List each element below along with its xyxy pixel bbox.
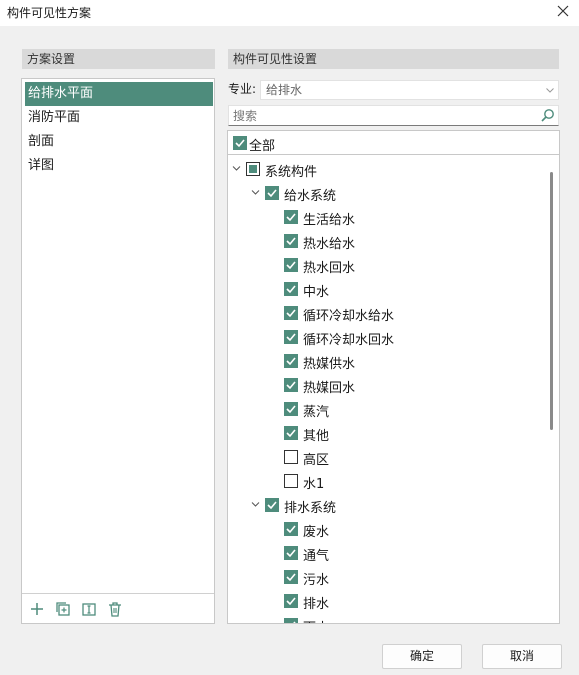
scheme-settings-header: 方案设置 bbox=[22, 49, 215, 69]
tree-label: 循环冷却水给水 bbox=[303, 309, 395, 324]
tree-checkbox[interactable] bbox=[284, 258, 298, 272]
tree-label: 系统构件 bbox=[265, 165, 318, 180]
tree-checkbox[interactable] bbox=[284, 570, 298, 584]
checkmark-icon bbox=[286, 573, 296, 582]
tree-label: 通气 bbox=[303, 549, 330, 564]
scheme-item[interactable]: 消防平面 bbox=[25, 106, 213, 130]
scheme-item[interactable]: 详图 bbox=[25, 154, 213, 178]
tree-checkbox[interactable] bbox=[284, 282, 298, 296]
tree-label: 蒸汽 bbox=[303, 405, 330, 420]
tree-checkbox[interactable] bbox=[284, 330, 298, 344]
checkmark-icon bbox=[286, 429, 296, 438]
select-all-label: 全部 bbox=[249, 139, 276, 154]
expand-chevron-icon[interactable] bbox=[250, 187, 261, 198]
visibility-settings-header: 构件可见性设置 bbox=[228, 49, 559, 69]
tree-label: 循环冷却水回水 bbox=[303, 333, 395, 348]
checkmark-icon bbox=[286, 309, 296, 318]
tree-label: 高区 bbox=[303, 453, 330, 468]
checkmark-icon bbox=[267, 189, 277, 198]
tree-label: 给水系统 bbox=[284, 189, 337, 204]
tree-checkbox[interactable] bbox=[284, 354, 298, 368]
select-all-row: 全部 bbox=[227, 130, 560, 155]
tree-label: 废水 bbox=[303, 525, 330, 540]
tree-checkbox[interactable] bbox=[284, 450, 298, 464]
scheme-item[interactable]: 给排水平面 bbox=[25, 82, 213, 106]
delete-icon[interactable] bbox=[106, 600, 124, 618]
add-icon[interactable] bbox=[28, 600, 46, 618]
tree-checkbox[interactable] bbox=[284, 306, 298, 320]
checkmark-icon bbox=[286, 357, 296, 366]
tree-label: 热水给水 bbox=[303, 237, 356, 252]
cancel-button[interactable]: 取消 bbox=[482, 644, 562, 669]
title-bar: 构件可见性方案 bbox=[0, 0, 579, 26]
rename-icon[interactable] bbox=[80, 600, 98, 618]
checkmark-icon bbox=[267, 501, 277, 510]
tree-checkbox[interactable] bbox=[284, 378, 298, 392]
checkmark-icon bbox=[286, 261, 296, 270]
tree-checkbox[interactable] bbox=[284, 618, 298, 623]
tree-checkbox[interactable] bbox=[284, 522, 298, 536]
tree-checkbox[interactable] bbox=[265, 186, 279, 200]
checkmark-icon bbox=[286, 405, 296, 414]
tree-checkbox[interactable] bbox=[284, 474, 298, 488]
search-input[interactable] bbox=[229, 106, 529, 125]
chevron-down-icon bbox=[546, 88, 554, 93]
search-icon[interactable] bbox=[540, 108, 555, 123]
scheme-list: 给排水平面 消防平面 剖面 详图 bbox=[25, 82, 213, 178]
tree-label: 热媒回水 bbox=[303, 381, 356, 396]
tree-label: 排水 bbox=[303, 597, 330, 612]
tree-label: 生活给水 bbox=[303, 213, 356, 228]
close-icon[interactable] bbox=[555, 3, 571, 19]
tree-label: 水1 bbox=[303, 477, 325, 492]
tree-label: 雨水 bbox=[303, 617, 329, 623]
expand-chevron-icon[interactable] bbox=[231, 163, 242, 174]
tree-checkbox[interactable] bbox=[284, 426, 298, 440]
scheme-toolbar bbox=[22, 593, 214, 623]
tree-checkbox[interactable] bbox=[284, 210, 298, 224]
major-select[interactable]: 给排水 bbox=[260, 80, 559, 100]
tree-label: 排水系统 bbox=[284, 501, 337, 516]
checkmark-icon bbox=[286, 333, 296, 342]
checkmark-icon bbox=[235, 139, 245, 148]
checkmark-icon bbox=[286, 285, 296, 294]
ok-button[interactable]: 确定 bbox=[382, 644, 462, 669]
tree-scrollbar[interactable] bbox=[550, 172, 553, 430]
major-select-value: 给排水 bbox=[266, 83, 303, 97]
tree-checkbox[interactable] bbox=[246, 162, 260, 176]
component-tree: 系统构件给水系统生活给水热水给水热水回水中水循环冷却水给水 循环冷却水回水 热媒供水… bbox=[227, 155, 560, 624]
tree-checkbox[interactable] bbox=[284, 234, 298, 248]
checkmark-icon bbox=[286, 237, 296, 246]
window-title: 构件可见性方案 bbox=[7, 6, 92, 20]
tree-label: 中水 bbox=[303, 285, 330, 300]
checkmark-icon bbox=[286, 525, 296, 534]
tree-label: 其他 bbox=[303, 429, 330, 444]
tree-label: 热媒供水 bbox=[303, 357, 356, 372]
scheme-list-panel: 给排水平面 消防平面 剖面 详图 bbox=[21, 78, 215, 624]
checkmark-icon bbox=[286, 549, 296, 558]
tree-checkbox[interactable] bbox=[284, 546, 298, 560]
checkmark-icon bbox=[286, 213, 296, 222]
checkmark-icon bbox=[293, 621, 296, 623]
expand-chevron-icon[interactable] bbox=[250, 499, 261, 510]
tree-checkbox[interactable] bbox=[265, 498, 279, 512]
tree-label: 热水回水 bbox=[303, 261, 356, 276]
major-label: 专业: bbox=[228, 82, 257, 96]
scheme-item[interactable]: 剖面 bbox=[25, 130, 213, 154]
search-box bbox=[228, 105, 559, 126]
tree-checkbox[interactable] bbox=[284, 402, 298, 416]
copy-icon[interactable] bbox=[54, 600, 72, 618]
checkmark-icon bbox=[286, 597, 296, 606]
checkmark-icon bbox=[286, 381, 296, 390]
tree-label: 污水 bbox=[303, 573, 330, 588]
tree-checkbox[interactable] bbox=[284, 594, 298, 608]
select-all-checkbox[interactable] bbox=[233, 136, 247, 150]
